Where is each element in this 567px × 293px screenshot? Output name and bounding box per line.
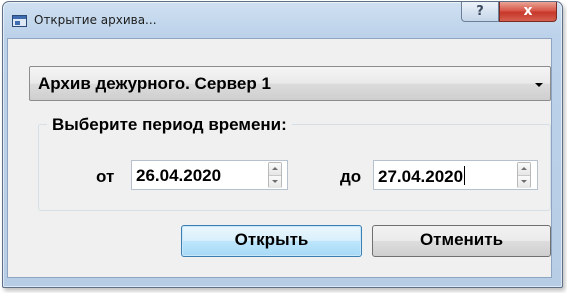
window-title: Открытие архива... <box>34 13 157 27</box>
title-bar[interactable]: Открытие архива... ? x <box>3 2 562 40</box>
arrow-down-icon <box>521 180 527 183</box>
spin-up-button[interactable] <box>518 163 530 175</box>
arrow-up-icon <box>521 167 527 170</box>
date-to-spinner[interactable] <box>517 162 531 188</box>
cancel-button[interactable]: Отменить <box>372 225 551 257</box>
open-button[interactable]: Открыть <box>181 225 362 257</box>
date-from-spinner[interactable] <box>268 162 282 188</box>
close-button[interactable]: x <box>499 2 557 22</box>
from-label: от <box>96 167 115 186</box>
text-caret <box>464 166 466 185</box>
date-to-value: 27.04.2020 <box>378 166 466 187</box>
archive-select-value: Архив дежурного. Сервер 1 <box>38 74 271 93</box>
to-label: до <box>340 167 362 186</box>
spin-down-button[interactable] <box>269 175 281 188</box>
archive-select[interactable]: Архив дежурного. Сервер 1 <box>29 66 551 101</box>
date-from-field[interactable]: 26.04.2020 <box>131 160 288 190</box>
arrow-down-icon <box>272 180 278 183</box>
date-to-text: 27.04.2020 <box>378 167 464 186</box>
arrow-up-icon <box>272 167 278 170</box>
date-from-value: 26.04.2020 <box>136 166 222 185</box>
spin-up-button[interactable] <box>269 163 281 175</box>
app-window-icon <box>12 15 27 27</box>
spin-down-button[interactable] <box>518 175 530 188</box>
date-to-field[interactable]: 27.04.2020 <box>373 160 538 190</box>
help-button[interactable]: ? <box>461 2 499 22</box>
period-group-title: Выберите период времени: <box>47 115 292 135</box>
chevron-down-icon[interactable] <box>535 83 543 87</box>
